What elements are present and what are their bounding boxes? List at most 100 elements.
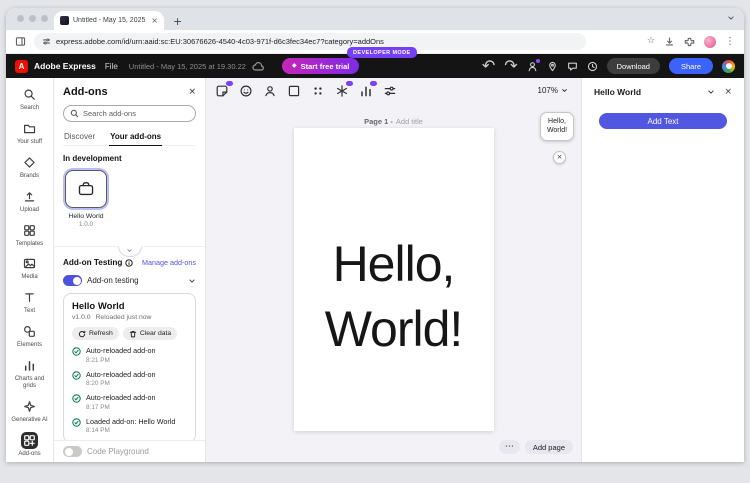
notification-badge: [225, 80, 234, 87]
search-add-ons-box[interactable]: [63, 105, 196, 122]
add-page-button[interactable]: Add page: [525, 440, 573, 454]
panel-title: Add-ons: [63, 86, 108, 98]
add-ons-icon: [21, 432, 38, 449]
close-tab-icon[interactable]: ×: [151, 17, 158, 25]
version-history-icon[interactable]: [587, 61, 598, 72]
window-control-dot[interactable]: [17, 15, 24, 22]
adjust-icon[interactable]: [382, 83, 398, 99]
diamond-icon: [21, 154, 38, 171]
redo-icon[interactable]: ↷: [504, 58, 517, 74]
briefcase-icon: [77, 180, 95, 198]
sidebar-item-search[interactable]: Search: [7, 83, 53, 115]
sidebar-item-your-stuff[interactable]: Your stuff: [7, 117, 53, 149]
sticker-icon[interactable]: [214, 83, 230, 99]
sidebar-item-text[interactable]: Text: [7, 286, 53, 318]
comments-icon[interactable]: [567, 61, 578, 72]
upload-icon: [21, 188, 38, 205]
window-controls[interactable]: [17, 15, 48, 22]
bubble-close-button[interactable]: ×: [553, 151, 566, 164]
sidebar-item-elements[interactable]: Elements: [7, 320, 53, 352]
trash-icon: [129, 330, 137, 338]
sidebar-item-templates[interactable]: Templates: [7, 219, 53, 251]
chevron-down-icon: [561, 87, 568, 94]
image-icon: [21, 255, 38, 272]
collapse-handle[interactable]: [118, 246, 142, 257]
pin-icon[interactable]: [547, 61, 558, 72]
close-addon-panel-icon[interactable]: ×: [724, 88, 732, 97]
info-icon[interactable]: [125, 259, 133, 267]
refresh-icon: [78, 330, 86, 338]
download-button[interactable]: Download: [607, 58, 660, 74]
share-button[interactable]: Share: [669, 58, 713, 74]
addon-tile-version: 1.0.0: [65, 221, 107, 228]
presence-icon[interactable]: [527, 61, 538, 72]
new-tab-button[interactable]: +: [173, 16, 182, 27]
sparkle-icon: [21, 398, 38, 415]
tab-favicon: [60, 16, 69, 25]
zoom-control[interactable]: 107%: [538, 86, 568, 95]
address-bar[interactable]: express.adobe.com/id/urn:aaid:sc:EU:3067…: [34, 33, 586, 50]
sidebar-item-upload[interactable]: Upload: [7, 185, 53, 217]
smiley-icon[interactable]: [238, 83, 254, 99]
tab-title: Untitled - May 15, 2025 at 1...: [73, 17, 147, 24]
text-icon: [21, 289, 38, 306]
window-control-dot[interactable]: [41, 15, 48, 22]
code-playground-toggle[interactable]: [63, 446, 82, 457]
addon-tile-hello-world[interactable]: [65, 170, 107, 208]
addon-testing-toggle[interactable]: [63, 275, 82, 286]
profile-avatar[interactable]: [704, 36, 716, 48]
avatar-icon[interactable]: [262, 83, 278, 99]
add-text-button[interactable]: Add Text: [599, 113, 727, 129]
sidebar-item-generative-ai[interactable]: Generative AI: [7, 395, 53, 427]
tab-strip: Untitled - May 15, 2025 at 1... × +: [6, 8, 744, 30]
search-add-ons-input[interactable]: [83, 109, 189, 118]
sidebar-item-charts-and-grids[interactable]: Charts and grids: [7, 354, 53, 393]
grid-icon: [21, 222, 38, 239]
log-entry: Auto-reloaded add-on8:21 PM: [72, 346, 187, 364]
pattern-icon[interactable]: [310, 83, 326, 99]
browser-actions: ☆ ⋮: [647, 36, 735, 48]
side-panel-icon[interactable]: [15, 36, 26, 47]
downloads-icon[interactable]: [664, 36, 675, 47]
frame-icon[interactable]: [286, 83, 302, 99]
addon-testing-toggle-label: Add-on testing: [87, 276, 139, 285]
sidebar-item-brands[interactable]: Brands: [7, 151, 53, 183]
tab-search-chevron-icon[interactable]: [727, 14, 735, 22]
close-panel-icon[interactable]: ×: [188, 88, 196, 97]
addon-tile-name: Hello World: [65, 213, 107, 220]
chevron-down-icon[interactable]: [707, 88, 715, 96]
addon-preview-bubble[interactable]: Hello, World!: [540, 112, 574, 141]
artboard-page[interactable]: Hello, World!: [294, 128, 494, 431]
sidebar-item-add-ons[interactable]: Add-ons: [7, 429, 53, 461]
bookmark-star-icon[interactable]: ☆: [647, 37, 655, 46]
artboard-text[interactable]: Hello, World!: [300, 232, 488, 362]
notification-badge: [369, 80, 378, 87]
refresh-button[interactable]: Refresh: [72, 327, 119, 340]
undo-icon[interactable]: ↶: [482, 58, 495, 74]
asterisk-icon[interactable]: [334, 83, 350, 99]
document-title[interactable]: Untitled - May 15, 2025 at 19.30.22: [129, 62, 246, 71]
start-free-trial-button[interactable]: ◆Start free trial: [282, 58, 359, 74]
cloud-sync-icon: [252, 62, 264, 71]
window-control-dot[interactable]: [29, 15, 36, 22]
addon-card-status: Reloaded just now: [96, 314, 152, 321]
notification-dot: [536, 59, 540, 63]
rainbow-app-icon[interactable]: [722, 60, 735, 73]
site-settings-icon[interactable]: [42, 37, 51, 46]
browser-tab[interactable]: Untitled - May 15, 2025 at 1... ×: [54, 11, 164, 30]
more-options-button[interactable]: ⋯: [499, 440, 520, 454]
bar-chart-icon: [21, 357, 38, 374]
browser-menu-icon[interactable]: ⋮: [725, 37, 735, 47]
chevron-down-icon[interactable]: [188, 277, 196, 285]
sidebar-item-media[interactable]: Media: [7, 252, 53, 284]
addon-runtime-panel: Hello World × Add Text: [581, 78, 744, 462]
tab-discover[interactable]: Discover: [63, 130, 96, 145]
chart-icon[interactable]: [358, 83, 374, 99]
log-entry: Auto-reloaded add-on8:20 PM: [72, 370, 187, 388]
tab-your-add-ons[interactable]: Your add-ons: [109, 130, 162, 146]
manage-add-ons-link[interactable]: Manage add-ons: [142, 258, 196, 267]
file-menu[interactable]: File: [105, 62, 118, 71]
add-title-hint[interactable]: Add title: [396, 117, 423, 126]
clear-data-button[interactable]: Clear data: [123, 327, 177, 340]
extensions-icon[interactable]: [684, 36, 695, 47]
